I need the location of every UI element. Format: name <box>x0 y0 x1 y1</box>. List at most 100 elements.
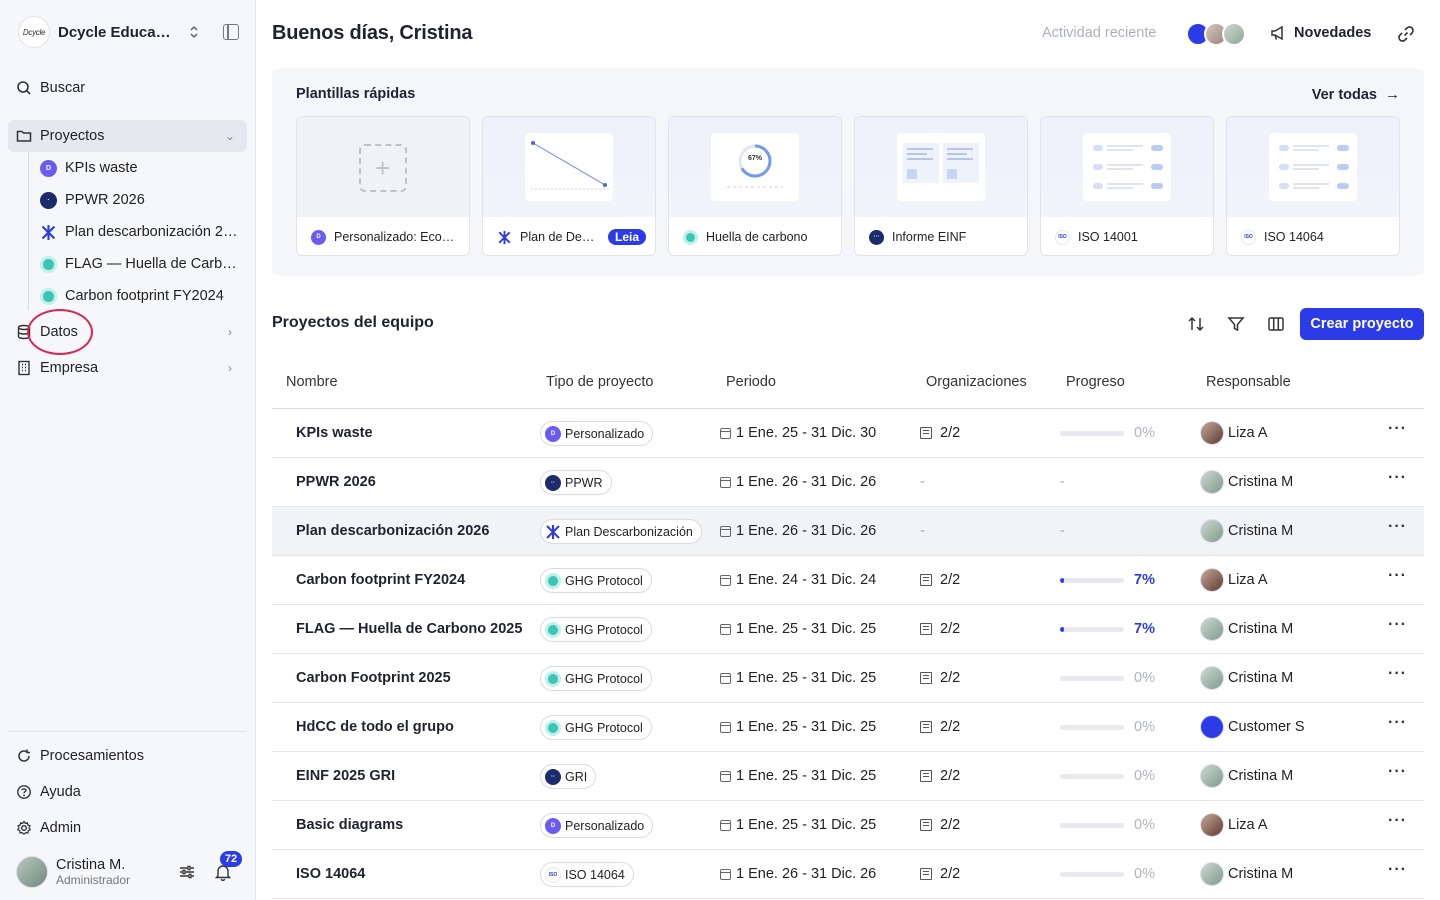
project-name[interactable]: KPIs waste <box>296 425 373 441</box>
project-organizations: 2/2 <box>920 768 960 784</box>
more-options-icon[interactable]: ··· <box>1388 666 1406 688</box>
collapse-sidebar-icon[interactable] <box>223 24 239 40</box>
template-card-carbon-footprint[interactable]: 67% Huella de carbono <box>668 116 842 256</box>
filter-icon[interactable] <box>1227 315 1245 333</box>
more-options-icon[interactable]: ··· <box>1388 764 1406 786</box>
news-button[interactable]: Novedades <box>1270 24 1371 42</box>
template-card-einf[interactable]: ··· Informe EINF <box>854 116 1028 256</box>
project-name[interactable]: PPWR 2026 <box>296 474 376 490</box>
project-name[interactable]: HdCC de todo el grupo <box>296 719 454 735</box>
table-row[interactable]: ISO 14064 ISO ISO 14064 1 Ene. 26 - 31 Dic.… <box>272 850 1424 899</box>
building-icon <box>920 623 932 635</box>
project-owner: Liza A <box>1200 568 1268 592</box>
more-options-icon[interactable]: ··· <box>1388 470 1406 492</box>
avatar <box>1200 568 1224 592</box>
template-card-decarbonization[interactable]: Plan de Descarbonización Leia <box>482 116 656 256</box>
table-row[interactable]: Plan descarbonización 2026 Plan Descarbon… <box>272 507 1424 556</box>
project-type-label: Personalizado <box>565 426 645 441</box>
nav-projects[interactable]: Proyectos ⌄ <box>8 120 247 152</box>
table-row[interactable]: FLAG — Huella de Carbono 2025 GHG Protoco… <box>272 605 1424 654</box>
project-name[interactable]: Carbon footprint FY2024 <box>296 572 465 588</box>
column-header-name[interactable]: Nombre <box>286 374 338 390</box>
search-icon <box>17 81 31 95</box>
template-card-custom[interactable]: + D Personalizado: Economía circular <box>296 116 470 256</box>
more-options-icon[interactable]: ··· <box>1388 715 1406 737</box>
recent-activity-avatars[interactable] <box>1186 22 1248 46</box>
table-row[interactable]: KPIs waste D Personalizado 1 Ene. 25 - 31 D… <box>272 409 1424 458</box>
sliders-icon[interactable] <box>179 864 195 880</box>
project-period: 1 Ene. 25 - 31 Dic. 25 <box>720 768 876 784</box>
table-row[interactable]: EINF 2025 GRI ·· GRI 1 Ene. 25 - 31 Dic. 25… <box>272 752 1424 801</box>
project-organizations: 2/2 <box>920 670 960 686</box>
nav-processing[interactable]: Procesamientos <box>8 740 247 772</box>
sidebar-project-carbon-fy2024[interactable]: Carbon footprint FY2024 <box>40 282 240 310</box>
create-project-button[interactable]: Crear proyecto <box>1300 308 1424 340</box>
template-thumbnail <box>855 117 1027 217</box>
link-icon[interactable] <box>1397 25 1415 43</box>
column-header-organizations[interactable]: Organizaciones <box>926 374 1027 390</box>
help-icon <box>17 785 31 799</box>
column-header-owner[interactable]: Responsable <box>1206 374 1291 390</box>
see-all-link[interactable]: Ver todas → <box>1312 86 1400 103</box>
column-header-type[interactable]: Tipo de proyecto <box>546 374 653 390</box>
period-label: 1 Ene. 24 - 31 Dic. 24 <box>736 572 877 588</box>
table-row[interactable]: Carbon footprint FY2024 GHG Protocol 1 Ene… <box>272 556 1424 605</box>
organizations-value: 2/2 <box>940 719 961 735</box>
calendar-icon <box>720 574 731 586</box>
project-name[interactable]: EINF 2025 GRI <box>296 768 395 784</box>
project-name[interactable]: ISO 14064 <box>296 866 365 882</box>
user-profile[interactable]: Cristina M. Administrador 72 <box>16 851 248 889</box>
sidebar-project-label: FLAG — Huella de Carbono 2025 <box>65 256 240 272</box>
project-type-tag: GHG Protocol <box>540 666 652 691</box>
user-role: Administrador <box>56 873 131 887</box>
more-options-icon[interactable]: ··· <box>1388 421 1406 443</box>
template-card-iso-14001[interactable]: ISO ISO 14001 <box>1040 116 1214 256</box>
notification-badge: 72 <box>220 851 242 867</box>
table-row[interactable]: HdCC de todo el grupo GHG Protocol 1 Ene. … <box>272 703 1424 752</box>
nav-help[interactable]: Ayuda <box>8 776 247 808</box>
progress-value: 0% <box>1134 425 1155 441</box>
more-options-icon[interactable]: ··· <box>1388 617 1406 639</box>
sidebar-project-kpis-waste[interactable]: D KPIs waste <box>40 154 240 182</box>
table-row[interactable]: Basic diagrams D Personalizado 1 Ene. 25 - … <box>272 801 1424 850</box>
columns-icon[interactable] <box>1267 315 1285 333</box>
org-switcher[interactable]: Dcycle Dcycle Education <box>18 16 240 48</box>
ghg-icon <box>40 287 57 305</box>
project-name[interactable]: Plan descarbonización 2026 <box>296 523 489 539</box>
custom-icon: D <box>311 229 326 245</box>
sidebar-project-ppwr-2026[interactable]: · PPWR 2026 <box>40 186 240 214</box>
nav-admin-label: Admin <box>40 820 82 836</box>
period-label: 1 Ene. 25 - 31 Dic. 25 <box>736 670 877 686</box>
sidebar-project-plan-descarbonizacion[interactable]: Plan descarbonización 2026 <box>40 218 240 246</box>
template-label: Informe EINF <box>892 230 967 244</box>
project-name[interactable]: FLAG — Huella de Carbono 2025 <box>296 621 522 637</box>
more-options-icon[interactable]: ··· <box>1388 862 1406 884</box>
project-name[interactable]: Carbon Footprint 2025 <box>296 670 451 686</box>
nav-company[interactable]: Empresa › <box>8 352 247 384</box>
more-options-icon[interactable]: ··· <box>1388 568 1406 590</box>
table-row[interactable]: PPWR 2026 ·· PPWR 1 Ene. 26 - 31 Dic. 26 - - C… <box>272 458 1424 507</box>
column-header-period[interactable]: Periodo <box>726 374 776 390</box>
recent-activity-link[interactable]: Actividad reciente <box>1042 25 1156 41</box>
einf-icon: ··· <box>869 229 884 245</box>
table-row[interactable]: Carbon Footprint 2025 GHG Protocol 1 Ene. … <box>272 654 1424 703</box>
sidebar-project-label: KPIs waste <box>65 160 138 176</box>
project-name[interactable]: Basic diagrams <box>296 817 403 833</box>
more-options-icon[interactable]: ··· <box>1388 813 1406 835</box>
project-progress: 7% <box>1060 621 1158 637</box>
ghg-icon <box>545 572 561 589</box>
owner-name: Cristina M <box>1228 474 1294 490</box>
project-organizations: 2/2 <box>920 572 960 588</box>
more-options-icon[interactable]: ··· <box>1388 519 1406 541</box>
project-period: 1 Ene. 25 - 31 Dic. 25 <box>720 670 876 686</box>
nav-admin[interactable]: Admin <box>8 812 247 844</box>
nav-search[interactable]: Buscar <box>8 72 247 104</box>
template-card-iso-14064[interactable]: ISO ISO 14064 <box>1226 116 1400 256</box>
column-header-progress[interactable]: Progreso <box>1066 374 1125 390</box>
template-label: ISO 14064 <box>1264 230 1324 244</box>
sidebar-project-flag[interactable]: FLAG — Huella de Carbono 2025 <box>40 250 240 278</box>
page-title: Buenos días, Cristina <box>272 22 473 44</box>
avatar <box>1200 519 1224 543</box>
project-period: 1 Ene. 26 - 31 Dic. 26 <box>720 523 876 539</box>
sort-icon[interactable] <box>1187 315 1205 333</box>
